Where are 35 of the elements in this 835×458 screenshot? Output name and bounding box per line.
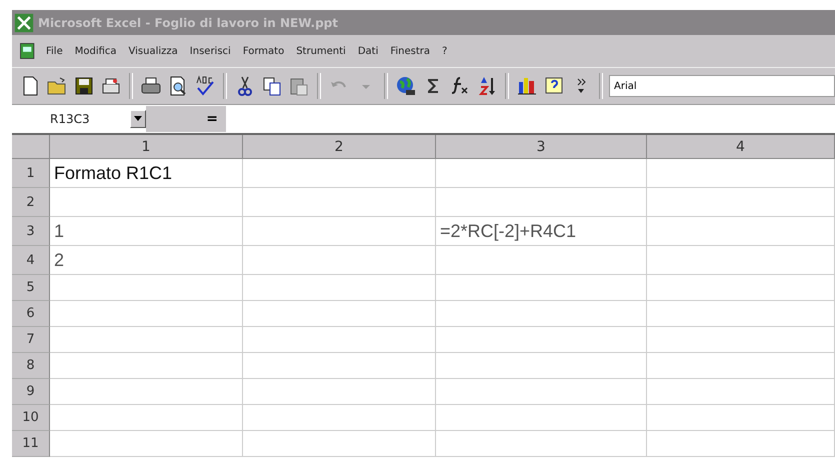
column-header[interactable]: 2 [243,135,436,159]
column-header[interactable]: 1 [50,135,243,159]
font-field[interactable]: Arial [609,75,835,97]
window-title: Microsoft Excel - Foglio di lavoro in NEW.ppt [38,16,338,30]
dropdown-button[interactable] [130,110,146,128]
row-header[interactable]: 2 [12,188,50,217]
column-header[interactable]: 3 [436,135,647,159]
row-header[interactable]: 10 [12,405,50,431]
row-header[interactable]: 11 [12,431,50,457]
row-header[interactable]: 6 [12,301,50,327]
menu-item[interactable]: Modifica [70,44,121,58]
table-cell: 1 [50,217,243,246]
column-header[interactable]: 4 [647,135,835,159]
row-header[interactable]: 4 [12,246,50,275]
row-header[interactable]: 8 [12,353,50,379]
row-header[interactable]: 1 [12,159,50,188]
row-header[interactable]: 9 [12,379,50,405]
equals-button[interactable]: = [146,106,226,132]
menu-item[interactable]: Strumenti [292,44,350,58]
table-cell: Formato R1C1 [50,159,243,188]
globe-icon[interactable] [394,74,418,98]
row-header[interactable]: 3 [12,217,50,246]
menu-item[interactable]: Finestra [386,44,434,58]
menu-item[interactable]: Visualizza [124,44,182,58]
row-header[interactable]: 7 [12,327,50,353]
table-cell: =2*RC[-2]+R4C1 [436,217,647,246]
menu-item[interactable]: Dati [354,44,382,58]
row-header[interactable]: 5 [12,275,50,301]
menu-item[interactable]: Inserisci [186,44,235,58]
table-cell: 2 [50,246,243,275]
menu-item[interactable]: Formato [238,44,288,58]
caret-icon [134,116,142,122]
menu-item[interactable]: ? [438,44,452,58]
menu-item[interactable]: File [42,44,67,58]
excel-icon [14,12,34,32]
